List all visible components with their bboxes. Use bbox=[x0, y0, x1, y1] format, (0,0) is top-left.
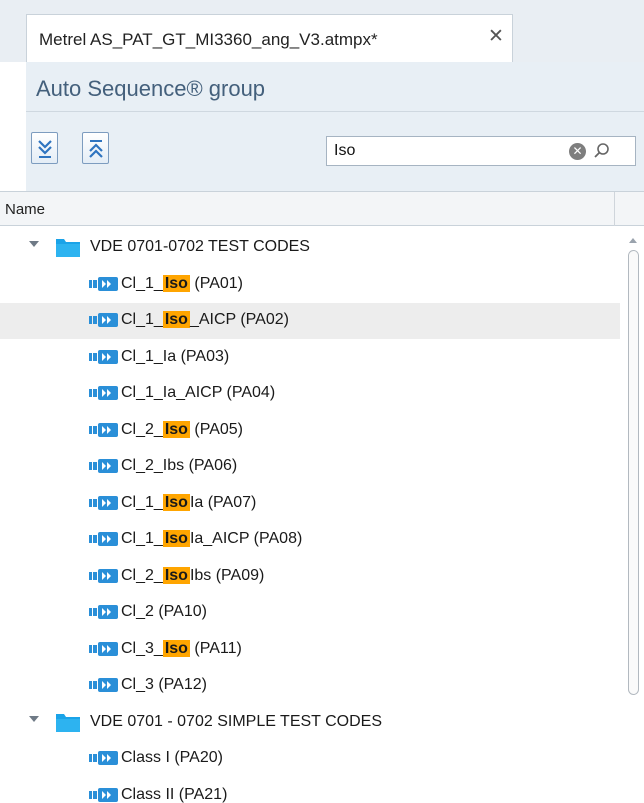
search-box: ✕ bbox=[326, 136, 636, 166]
folder-icon bbox=[56, 239, 80, 257]
tree-item-row[interactable]: Cl_1_Ia (PA03) bbox=[0, 340, 620, 376]
expand-all-button[interactable] bbox=[31, 132, 58, 164]
item-label: Class II (PA21) bbox=[121, 785, 228, 803]
auto-sequence-icon bbox=[89, 349, 118, 364]
tree-item-row[interactable]: Cl_1_ Iso Ia_AICP (PA08) bbox=[0, 522, 620, 558]
folder-icon bbox=[56, 713, 80, 732]
panel-title: Auto Sequence® group bbox=[36, 76, 266, 101]
item-label: Cl_1_ Iso _AICP (PA02) bbox=[121, 311, 289, 328]
tab-title: Metrel AS_PAT_GT_MI3360_ang_V3.atmpx* bbox=[39, 30, 378, 49]
item-label: Class I (PA20) bbox=[121, 749, 223, 766]
item-label: Cl_1_Ia (PA03) bbox=[121, 347, 230, 365]
tree-item-row[interactable]: Cl_2 (PA10) bbox=[0, 595, 620, 631]
auto-sequence-icon bbox=[89, 605, 118, 619]
vertical-scrollbar[interactable] bbox=[626, 234, 640, 803]
expand-all-icon bbox=[38, 140, 52, 158]
item-label: Cl_2_Ibs (PA06) bbox=[121, 457, 238, 474]
search-match-highlight: Iso bbox=[162, 274, 190, 292]
search-match-highlight: Iso bbox=[162, 639, 190, 657]
column-header-name[interactable]: Name bbox=[5, 201, 45, 218]
item-label: Cl_1_ Iso Ia (PA07) bbox=[121, 493, 257, 511]
search-match-highlight: Iso bbox=[162, 566, 190, 584]
auto-sequence-icon bbox=[89, 787, 118, 802]
auto-sequence-icon bbox=[89, 641, 118, 656]
collapse-all-icon bbox=[89, 140, 103, 158]
expand-arrow-icon[interactable] bbox=[29, 241, 39, 247]
scrollbar-thumb[interactable] bbox=[628, 250, 639, 695]
item-label: Cl_1_Ia_AICP (PA04) bbox=[121, 384, 276, 401]
tree-item-row[interactable]: Class II (PA21) bbox=[0, 778, 620, 803]
item-label: Cl_3 (PA12) bbox=[121, 676, 207, 693]
auto-sequence-icon bbox=[89, 568, 118, 583]
divider bbox=[26, 111, 644, 112]
clear-search-icon[interactable]: ✕ bbox=[569, 143, 586, 160]
tab-strip: Metrel AS_PAT_GT_MI3360_ang_V3.atmpx* ✕ bbox=[0, 0, 644, 62]
search-match-highlight: Iso bbox=[162, 530, 190, 547]
collapse-all-button[interactable] bbox=[82, 132, 109, 164]
tree-item-row[interactable]: Class I (PA20) bbox=[0, 741, 620, 777]
search-match-highlight: Iso bbox=[162, 493, 190, 511]
tree-group-row[interactable]: VDE 0701-0702 TEST CODES bbox=[0, 230, 620, 266]
auto-sequence-icon bbox=[89, 276, 118, 291]
auto-sequence-icon bbox=[89, 459, 118, 473]
auto-sequence-icon bbox=[89, 678, 118, 692]
item-label: Cl_2_ Iso Ibs (PA09) bbox=[121, 566, 265, 584]
auto-sequence-icon bbox=[89, 386, 118, 400]
tree-item-row[interactable]: Cl_1_ Iso _AICP (PA02) bbox=[0, 303, 620, 339]
tree-item-row[interactable]: Cl_1_Ia_AICP (PA04) bbox=[0, 376, 620, 412]
search-match-highlight: Iso bbox=[162, 311, 190, 328]
group-label: VDE 0701-0702 TEST CODES bbox=[90, 238, 310, 255]
scroll-up-icon[interactable] bbox=[629, 238, 637, 243]
tree-item-row[interactable]: Cl_3 (PA12) bbox=[0, 668, 620, 704]
item-label: Cl_1_ Iso Ia_AICP (PA08) bbox=[121, 530, 303, 547]
auto-sequence-icon bbox=[89, 313, 118, 327]
item-label: Cl_3_ Iso (PA11) bbox=[121, 639, 242, 657]
item-label: Cl_2 (PA10) bbox=[121, 603, 207, 620]
tree-item-row[interactable]: Cl_2_ Iso (PA05) bbox=[0, 413, 620, 449]
tree-group-row[interactable]: VDE 0701 - 0702 SIMPLE TEST CODES bbox=[0, 705, 620, 741]
close-icon[interactable]: ✕ bbox=[488, 25, 504, 49]
search-input[interactable] bbox=[329, 139, 567, 163]
sequence-tree: VDE 0701-0702 TEST CODES Cl_1_ Iso (PA01) C… bbox=[0, 226, 644, 803]
column-divider bbox=[614, 192, 615, 226]
item-label: Cl_2_ Iso (PA05) bbox=[121, 420, 243, 438]
auto-sequence-icon bbox=[89, 751, 118, 765]
tree-item-row[interactable]: Cl_3_ Iso (PA11) bbox=[0, 632, 620, 668]
expand-arrow-icon[interactable] bbox=[29, 715, 39, 722]
auto-sequence-icon bbox=[89, 532, 118, 546]
tree-item-row[interactable]: Cl_2_Ibs (PA06) bbox=[0, 449, 620, 485]
list-header: Name bbox=[0, 191, 644, 226]
group-label: VDE 0701 - 0702 SIMPLE TEST CODES bbox=[90, 712, 382, 730]
document-tab[interactable]: Metrel AS_PAT_GT_MI3360_ang_V3.atmpx* ✕ bbox=[26, 14, 513, 62]
tree-item-row[interactable]: Cl_2_ Iso Ibs (PA09) bbox=[0, 559, 620, 595]
tree-item-row[interactable]: Cl_1_ Iso (PA01) bbox=[0, 267, 620, 303]
search-icon[interactable] bbox=[593, 142, 611, 160]
auto-sequence-icon bbox=[89, 422, 118, 437]
auto-sequence-icon bbox=[89, 495, 118, 510]
item-label: Cl_1_ Iso (PA01) bbox=[121, 274, 243, 292]
search-match-highlight: Iso bbox=[162, 420, 190, 438]
tree-item-row[interactable]: Cl_1_ Iso Ia (PA07) bbox=[0, 486, 620, 522]
